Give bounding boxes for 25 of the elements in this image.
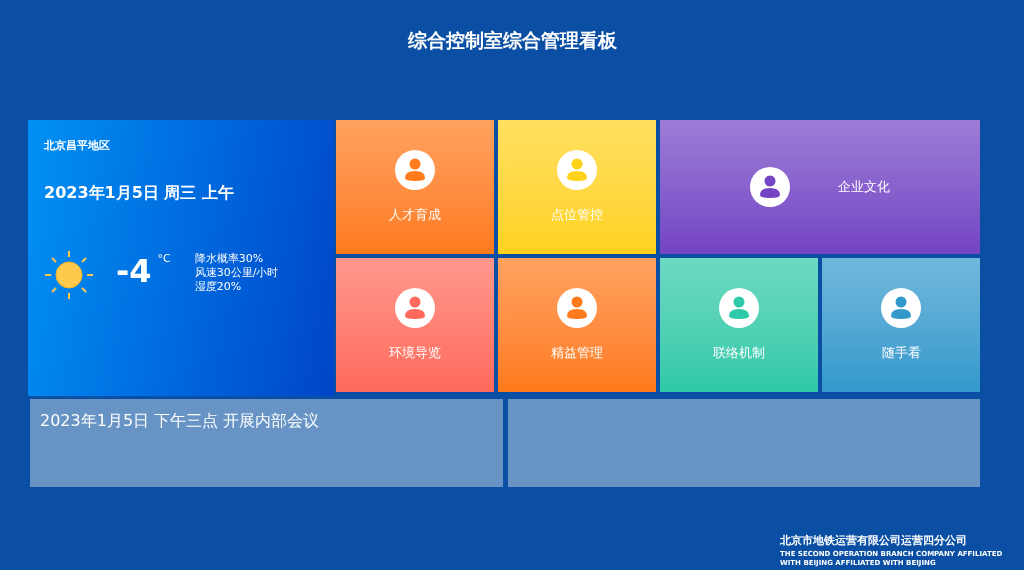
weather-detail: 风速30公里/小时 xyxy=(194,266,279,280)
menu-tile[interactable]: 随手看 xyxy=(822,258,980,392)
date-text: 2023年1月5日 周三 上午 xyxy=(44,183,235,204)
user-icon xyxy=(750,167,790,207)
menu-tile[interactable]: 企业文化 xyxy=(660,120,980,254)
menu-tile[interactable]: 点位管控 xyxy=(498,120,656,254)
menu-tile[interactable]: 联络机制 xyxy=(660,258,818,392)
temperature: -4 xyxy=(116,252,152,290)
sun-icon xyxy=(44,250,94,300)
user-icon xyxy=(395,150,435,190)
user-icon xyxy=(557,288,597,328)
user-icon xyxy=(557,150,597,190)
user-icon xyxy=(395,288,435,328)
menu-tile[interactable]: 环境导览 xyxy=(336,258,494,392)
notice-text: 2023年1月5日 下午三点 开展内部会议 xyxy=(40,411,320,430)
user-icon xyxy=(881,288,921,328)
region-label: 北京昌平地区 xyxy=(44,138,111,153)
menu-tile[interactable]: 精益管理 xyxy=(498,258,656,392)
menu-tile[interactable]: 人才育成 xyxy=(336,120,494,254)
user-icon xyxy=(719,288,759,328)
weather-detail: 湿度20% xyxy=(194,280,243,294)
weather-detail: 降水概率30% xyxy=(194,252,265,266)
company-name: 北京市地铁运营有限公司运营四分公司 xyxy=(780,533,968,548)
temperature-unit: °C xyxy=(157,252,171,265)
dashboard-title: 综合控制室综合管理看板 xyxy=(406,28,618,53)
